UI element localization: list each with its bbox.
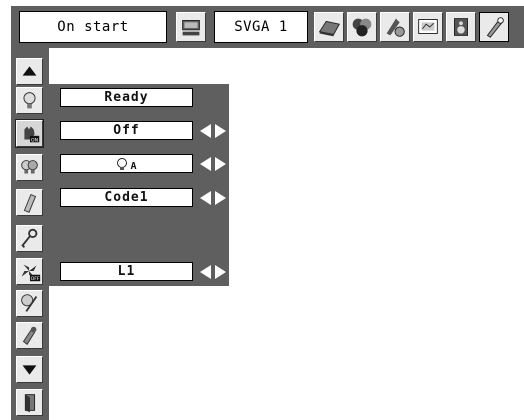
- fan-off-icon[interactable]: OFF: [16, 258, 43, 285]
- lamp-icon[interactable]: [16, 87, 43, 114]
- input-source-field[interactable]: SVGA 1: [214, 11, 308, 43]
- top-menu-bar: On start SVGA 1: [11, 6, 524, 48]
- remote-control-arrows[interactable]: [200, 191, 226, 205]
- exit-icon[interactable]: [16, 389, 43, 416]
- computer-input-icon[interactable]: [176, 12, 206, 42]
- direct-on-value[interactable]: Off: [60, 121, 193, 140]
- lamp-mode-suffix: A: [130, 160, 138, 172]
- remote-control-icon[interactable]: [16, 189, 43, 216]
- maintenance-icon[interactable]: [16, 322, 43, 349]
- color-adjust-icon[interactable]: [380, 12, 410, 42]
- laptop-icon[interactable]: [314, 12, 344, 42]
- svg-text:OFF: OFF: [31, 276, 40, 282]
- power-on-icon[interactable]: ON: [15, 119, 44, 148]
- fan-control-arrows[interactable]: [200, 265, 226, 279]
- scroll-up-icon[interactable]: [16, 58, 43, 85]
- lamp-status-value: Ready: [60, 88, 193, 107]
- filter-icon[interactable]: [16, 290, 43, 317]
- setting-wrench-icon[interactable]: [479, 12, 509, 42]
- setting-panel: Ready Off A Code1 L1: [49, 84, 229, 286]
- scroll-down-icon[interactable]: [16, 356, 43, 383]
- remote-control-value[interactable]: Code1: [60, 188, 193, 207]
- speaker-icon[interactable]: [446, 12, 476, 42]
- lamp-icon: [117, 157, 128, 170]
- lamp-mode-arrows[interactable]: [200, 157, 226, 171]
- lamp-mode-value[interactable]: A: [60, 154, 193, 173]
- screen-icon[interactable]: [413, 12, 443, 42]
- security-key-icon[interactable]: [16, 225, 43, 252]
- sidebar: ON OFF: [11, 48, 49, 420]
- fan-control-value[interactable]: L1: [60, 262, 193, 281]
- on-start-field[interactable]: On start: [19, 11, 167, 43]
- lamp-mode-icon[interactable]: [16, 154, 43, 181]
- svg-text:ON: ON: [31, 137, 38, 143]
- image-adjust-icon[interactable]: [347, 12, 377, 42]
- direct-on-arrows[interactable]: [200, 124, 226, 138]
